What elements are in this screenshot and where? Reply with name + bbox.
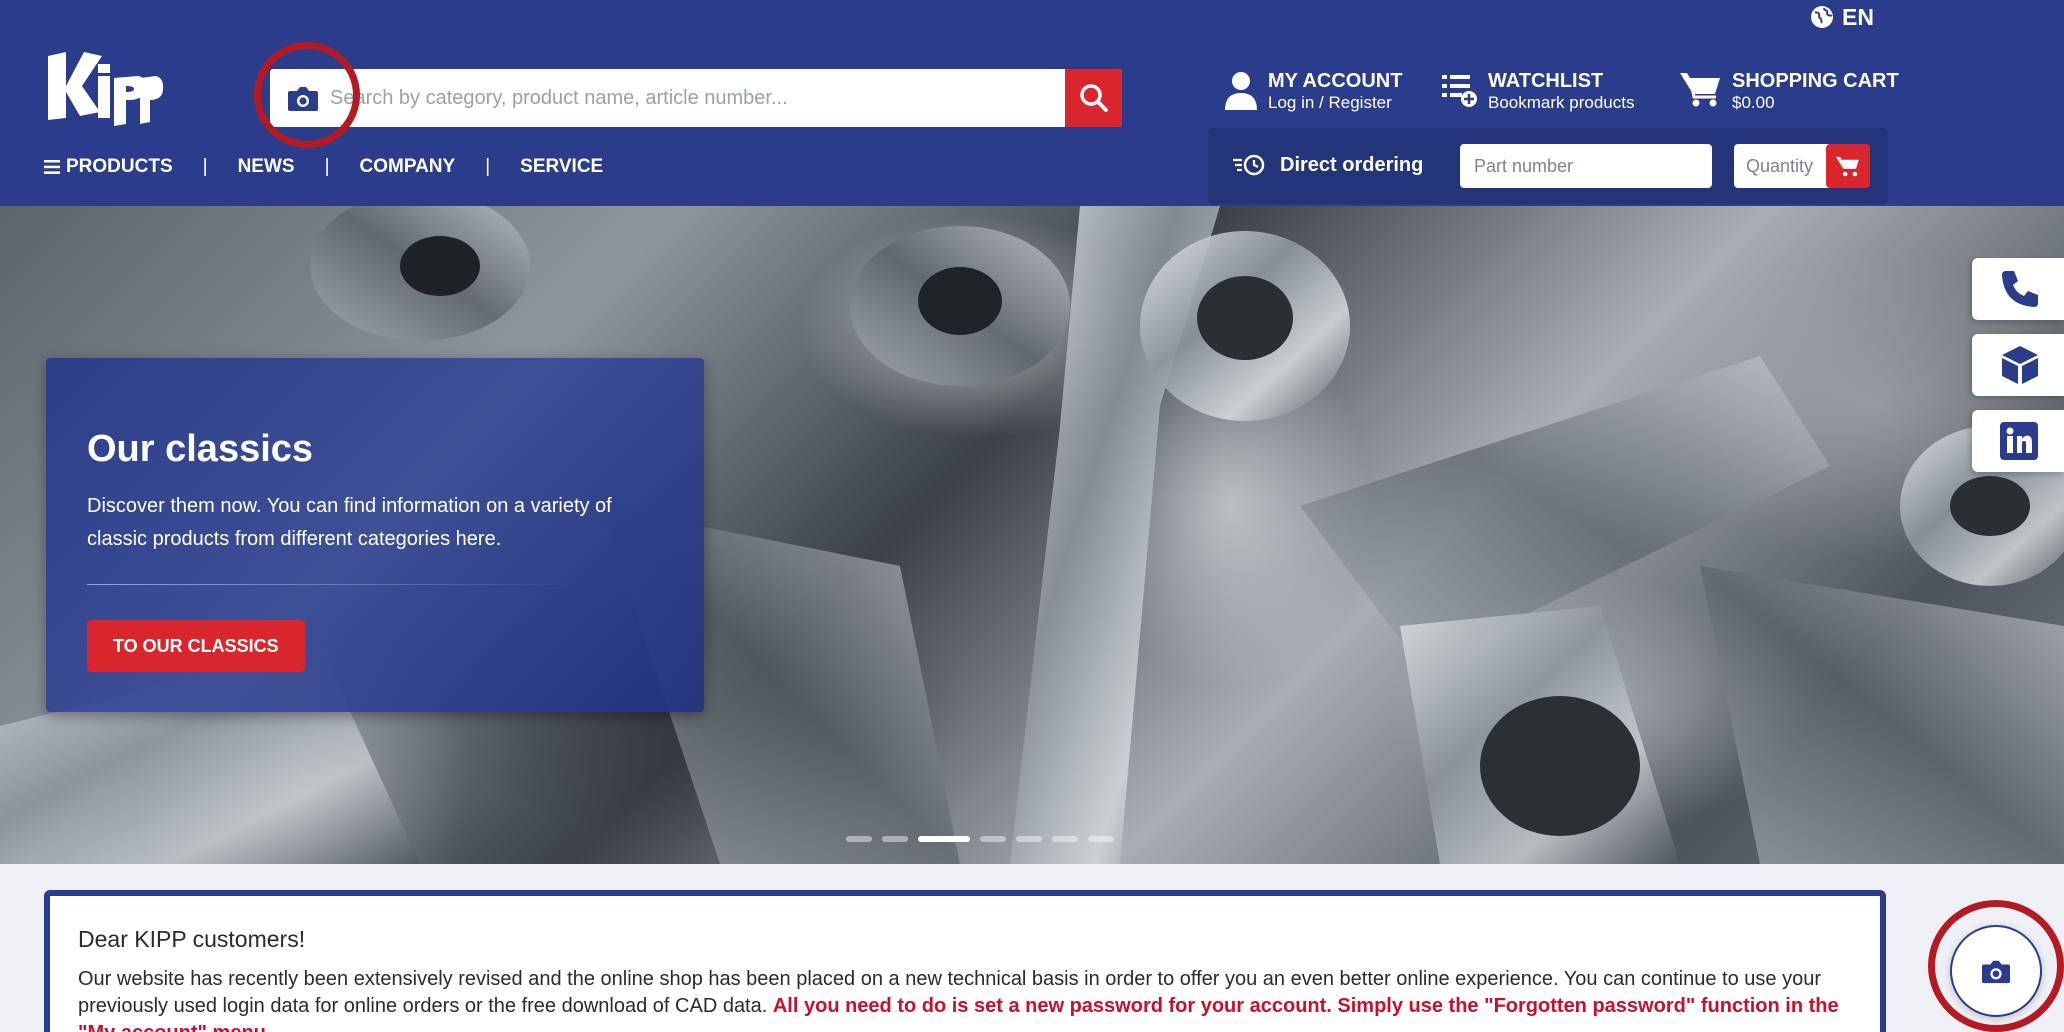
- my-account-subtitle: Log in / Register: [1268, 93, 1392, 112]
- phone-contact-button[interactable]: [1972, 258, 2064, 320]
- direct-ordering-panel: Direct ordering: [1208, 128, 1888, 204]
- floating-camera-search-button[interactable]: [1950, 925, 2042, 1017]
- language-label: EN: [1842, 3, 1874, 30]
- watchlist-icon: [1442, 75, 1477, 107]
- camera-search-icon[interactable]: [286, 83, 320, 113]
- search-button[interactable]: [1065, 69, 1122, 127]
- quantity-input[interactable]: [1734, 144, 1834, 188]
- slider-dots: [846, 836, 1114, 842]
- search-input[interactable]: [330, 69, 1035, 127]
- notice-text: Our website has recently been extensivel…: [78, 966, 1868, 1032]
- promo-text: Discover them now. You can find informat…: [87, 495, 612, 550]
- search-bar: [270, 69, 1122, 127]
- nav-separator: |: [485, 156, 491, 177]
- shopping-cart-title: SHOPPING CART: [1732, 70, 1899, 92]
- watchlist-subtitle: Bookmark products: [1488, 93, 1635, 112]
- phone-icon: [2002, 271, 2038, 307]
- customer-notice: Dear KIPP customers! Our website has rec…: [44, 890, 1886, 1032]
- search-icon: [1079, 84, 1108, 112]
- shopping-cart-icon: [1680, 73, 1720, 107]
- hero-slider[interactable]: Our classics Discover them now. You can …: [0, 206, 2064, 864]
- nav-separator: |: [324, 156, 330, 177]
- my-account-title: MY ACCOUNT: [1268, 70, 1403, 92]
- nav-item-products[interactable]: PRODUCTS: [44, 156, 173, 178]
- nav-item-news[interactable]: NEWS: [238, 156, 295, 178]
- cad-download-button[interactable]: [1972, 334, 2064, 396]
- direct-ordering-label: Direct ordering: [1280, 154, 1424, 176]
- nav-label: PRODUCTS: [66, 156, 173, 177]
- promo-card: Our classics Discover them now. You can …: [46, 358, 704, 712]
- slider-dot[interactable]: [1052, 836, 1078, 842]
- language-switcher[interactable]: EN: [1810, 2, 1874, 32]
- shopping-cart-total: $0.00: [1732, 93, 1775, 112]
- camera-icon: [1982, 960, 2010, 984]
- watchlist-title: WATCHLIST: [1488, 70, 1604, 92]
- linkedin-button[interactable]: [1972, 410, 2064, 472]
- linkedin-icon: [2000, 422, 2038, 460]
- nav-item-company[interactable]: COMPANY: [360, 156, 456, 178]
- watchlist-link[interactable]: WATCHLIST Bookmark products: [1440, 70, 1634, 114]
- add-to-cart-button[interactable]: [1826, 144, 1870, 188]
- fast-order-icon: [1232, 152, 1266, 183]
- part-number-input[interactable]: [1460, 144, 1712, 188]
- promo-title: Our classics: [87, 428, 314, 470]
- slider-dot[interactable]: [1016, 836, 1042, 842]
- nav-item-service[interactable]: SERVICE: [520, 156, 603, 178]
- slider-dot[interactable]: [980, 836, 1006, 842]
- globe-icon: [1811, 6, 1833, 28]
- to-our-classics-button[interactable]: TO OUR CLASSICS: [87, 620, 305, 672]
- slider-dot[interactable]: [918, 836, 970, 842]
- kipp-logo[interactable]: [44, 42, 164, 128]
- menu-icon: [44, 160, 60, 174]
- my-account-link[interactable]: MY ACCOUNT Log in / Register: [1224, 70, 1402, 114]
- promo-divider: [87, 584, 587, 585]
- slider-dot[interactable]: [846, 836, 872, 842]
- slider-dot[interactable]: [1088, 836, 1114, 842]
- cart-icon: [1836, 156, 1859, 177]
- user-icon: [1225, 72, 1257, 110]
- shopping-cart-link[interactable]: SHOPPING CART $0.00: [1680, 70, 1899, 114]
- cube-icon: [2002, 346, 2038, 384]
- main-nav: PRODUCTS | NEWS | COMPANY | SERVICE: [44, 156, 603, 178]
- notice-title: Dear KIPP customers!: [78, 926, 306, 952]
- slider-dot[interactable]: [882, 836, 908, 842]
- nav-separator: |: [202, 156, 208, 177]
- site-header: EN Search by category, product name, art…: [0, 0, 2064, 206]
